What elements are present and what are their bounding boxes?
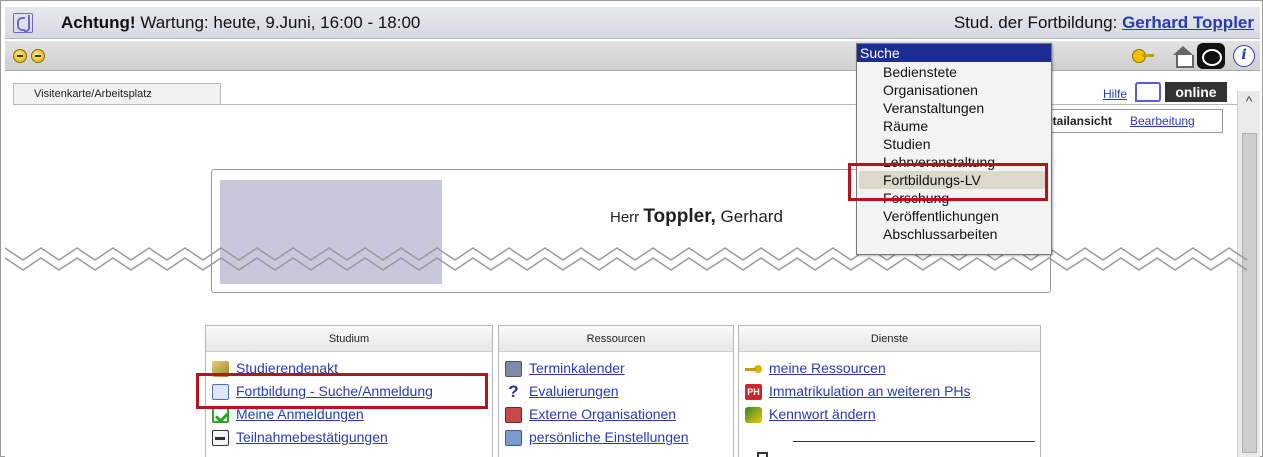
maintenance-notice: Achtung! Wartung: heute, 9.Juni, 16:00 -…: [61, 13, 420, 33]
eye-icon[interactable]: [1197, 43, 1225, 69]
brand-online: online: [1165, 82, 1227, 102]
ph-badge-icon: PH: [745, 384, 762, 400]
ph-mark-icon: [1135, 82, 1161, 102]
link-meine-ressourcen[interactable]: meine Ressourcen: [769, 360, 886, 376]
panel-title: Ressourcen: [499, 326, 733, 352]
dropdown-item[interactable]: Veröffentlichungen: [883, 207, 999, 225]
panel-dienste: Dienste meine Ressourcen PH Immatrikulati…: [738, 325, 1041, 457]
link-immatrikulation[interactable]: Immatrikulation an weiteren PHs: [769, 383, 971, 399]
link-teilnahmebestaetigungen[interactable]: Teilnahmebestätigungen: [236, 429, 388, 445]
password-icon: [745, 407, 762, 423]
notice-bold: Achtung!: [61, 13, 136, 32]
handshake-icon: [505, 407, 522, 423]
dropdown-header[interactable]: Suche: [857, 44, 1051, 62]
link-terminkalender[interactable]: Terminkalender: [529, 360, 625, 376]
settings-person-icon: [505, 430, 522, 446]
dropdown-item[interactable]: Veranstaltungen: [883, 99, 984, 117]
toolbar: i: [5, 41, 1260, 71]
nav-forward-icon[interactable]: [31, 49, 45, 63]
calendar-icon: [505, 361, 522, 377]
panel-title: Dienste: [739, 326, 1040, 352]
scroll-up-icon[interactable]: ^: [1243, 93, 1255, 109]
link-persoenliche-einstellungen[interactable]: persönliche Einstellungen: [529, 429, 689, 445]
tab-divider: [13, 104, 1237, 105]
user-name-link[interactable]: Gerhard Toppler: [1122, 13, 1254, 32]
dropdown-item[interactable]: Räume: [883, 117, 928, 135]
zigzag-divider: [5, 247, 1248, 271]
dropdown-item[interactable]: Bedienstete: [883, 63, 957, 81]
dropdown-item[interactable]: Organisationen: [883, 81, 978, 99]
role-label: Stud. der Fortbildung:: [953, 13, 1123, 32]
dropdown-item[interactable]: Abschlussarbeiten: [883, 225, 997, 243]
detail-view-label[interactable]: etailansicht: [1046, 114, 1112, 128]
dropdown-item[interactable]: Studien: [883, 135, 930, 153]
question-icon: ?: [508, 382, 519, 401]
panel-title: Studium: [206, 326, 492, 352]
main-content: Visitenkarte/Arbeitsplatz Hilfe online ^…: [5, 43, 1260, 457]
panel-ressourcen: Ressourcen Terminkalender ? Evaluierungen…: [498, 325, 734, 457]
nav-back-icon[interactable]: [13, 49, 27, 63]
title-bar: Achtung! Wartung: heute, 9.Juni, 16:00 -…: [5, 7, 1260, 39]
ph-online-logo: online: [1135, 82, 1235, 102]
scroll-thumb[interactable]: [1242, 133, 1257, 453]
notice-text: Wartung: heute, 9.Juni, 16:00 - 18:00: [135, 13, 421, 32]
link-externe-organisationen[interactable]: Externe Organisationen: [529, 406, 676, 422]
edit-link[interactable]: Bearbeitung: [1130, 114, 1195, 128]
tab-visitenkarte[interactable]: Visitenkarte/Arbeitsplatz: [13, 83, 221, 105]
home-icon[interactable]: [1171, 45, 1195, 68]
info-icon[interactable]: i: [1233, 45, 1255, 67]
salutation: Herr: [610, 209, 644, 226]
link-evaluierungen[interactable]: Evaluierungen: [529, 383, 619, 399]
highlight-box-dropdown: [848, 163, 1048, 201]
key-icon[interactable]: [1131, 45, 1155, 67]
checkbox-icon[interactable]: [757, 452, 768, 457]
browser-frame: Achtung! Wartung: heute, 9.Juni, 16:00 -…: [0, 0, 1263, 457]
check-icon: [212, 407, 229, 423]
highlight-box-fortbildung: [196, 373, 488, 409]
first-name: Gerhard: [715, 207, 783, 226]
ph-logo-icon: [13, 13, 33, 33]
search-dropdown[interactable]: Suche Bedienstete Organisationen Veranst…: [856, 43, 1052, 255]
help-link[interactable]: Hilfe: [1103, 87, 1127, 101]
view-switch: etailansicht Bearbeitung: [1045, 109, 1223, 133]
link-kennwort-aendern[interactable]: Kennwort ändern: [769, 406, 876, 422]
person-name: Herr Toppler, Gerhard: [610, 206, 783, 228]
last-name: Toppler,: [643, 206, 716, 227]
user-info: Stud. der Fortbildung: Gerhard Toppler: [954, 13, 1254, 33]
vertical-scrollbar[interactable]: ^: [1237, 91, 1260, 457]
divider-line: [793, 441, 1035, 442]
key-icon: [745, 361, 762, 377]
printer-icon: [212, 430, 229, 446]
